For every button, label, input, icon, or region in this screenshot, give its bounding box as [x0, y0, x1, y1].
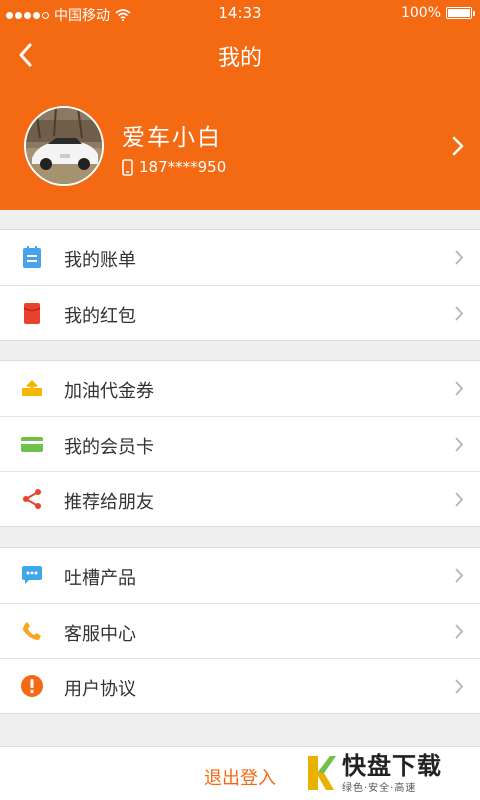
menu-item-feedback[interactable]: 吐槽产品 — [0, 548, 480, 603]
menu-item-label: 客服中心 — [64, 624, 136, 645]
page-title: 我的 — [217, 46, 262, 71]
chevron-right-icon — [455, 437, 464, 452]
menu-group-account: 我的账单 我的红包 — [0, 229, 480, 341]
chevron-right-icon — [455, 624, 464, 639]
menu-item-label: 加油代金券 — [64, 381, 154, 402]
menu-item-label: 我的账单 — [64, 250, 136, 271]
menu-item-fuel-voucher[interactable]: 加油代金券 — [0, 361, 480, 416]
user-name: 爱车小白 — [122, 125, 222, 151]
chevron-right-icon — [455, 568, 464, 583]
mobile-phone-icon — [122, 158, 133, 176]
avatar[interactable] — [24, 106, 104, 186]
chevron-right-icon — [455, 492, 464, 507]
menu-group-benefits: 加油代金券 我的会员卡 推荐给朋友 — [0, 360, 480, 527]
nav-bar: 我的 — [0, 26, 480, 84]
chevron-right-icon — [455, 679, 464, 694]
menu-item-red-envelope[interactable]: 我的红包 — [0, 285, 480, 340]
menu-item-user-agreement[interactable]: 用户协议 — [0, 658, 480, 713]
watermark-title: 快盘下载 — [342, 751, 442, 780]
battery-icon — [446, 7, 475, 19]
user-phone: 187****950 — [139, 158, 227, 176]
chevron-right-icon — [455, 250, 464, 265]
watermark-subtitle: 绿色·安全·高速 — [342, 782, 417, 794]
chevron-right-icon — [455, 306, 464, 321]
watermark-logo: 快盘下载 绿色·安全·高速 — [304, 748, 474, 798]
phone-icon — [23, 622, 41, 640]
menu-group-support: 吐槽产品 客服中心 用户协议 — [0, 547, 480, 714]
bill-icon — [23, 246, 41, 268]
menu-item-label: 用户协议 — [64, 679, 136, 700]
phone-row: 187****950 — [122, 158, 226, 176]
feedback-icon — [22, 566, 42, 584]
menu-item-bill[interactable]: 我的账单 — [0, 230, 480, 285]
menu-item-share[interactable]: 推荐给朋友 — [0, 471, 480, 526]
menu-item-label: 推荐给朋友 — [64, 492, 154, 513]
battery-percent: 100% — [400, 5, 441, 21]
status-bar: 中国移动 14:33 100% — [0, 0, 480, 26]
chevron-right-icon — [452, 136, 464, 156]
menu-item-customer-service[interactable]: 客服中心 — [0, 603, 480, 658]
share-icon — [23, 489, 41, 509]
watermark-k-icon — [308, 756, 336, 790]
menu-item-label: 我的红包 — [64, 306, 136, 327]
voucher-icon — [22, 380, 42, 396]
menu-item-label: 吐槽产品 — [64, 568, 136, 589]
menu-item-label: 我的会员卡 — [64, 437, 154, 458]
red-envelope-icon — [23, 303, 41, 324]
info-icon — [21, 675, 43, 697]
profile-header[interactable]: 爱车小白 187****950 — [0, 84, 480, 210]
chevron-right-icon — [455, 381, 464, 396]
menu-item-member-card[interactable]: 我的会员卡 — [0, 416, 480, 471]
member-card-icon — [21, 437, 43, 452]
